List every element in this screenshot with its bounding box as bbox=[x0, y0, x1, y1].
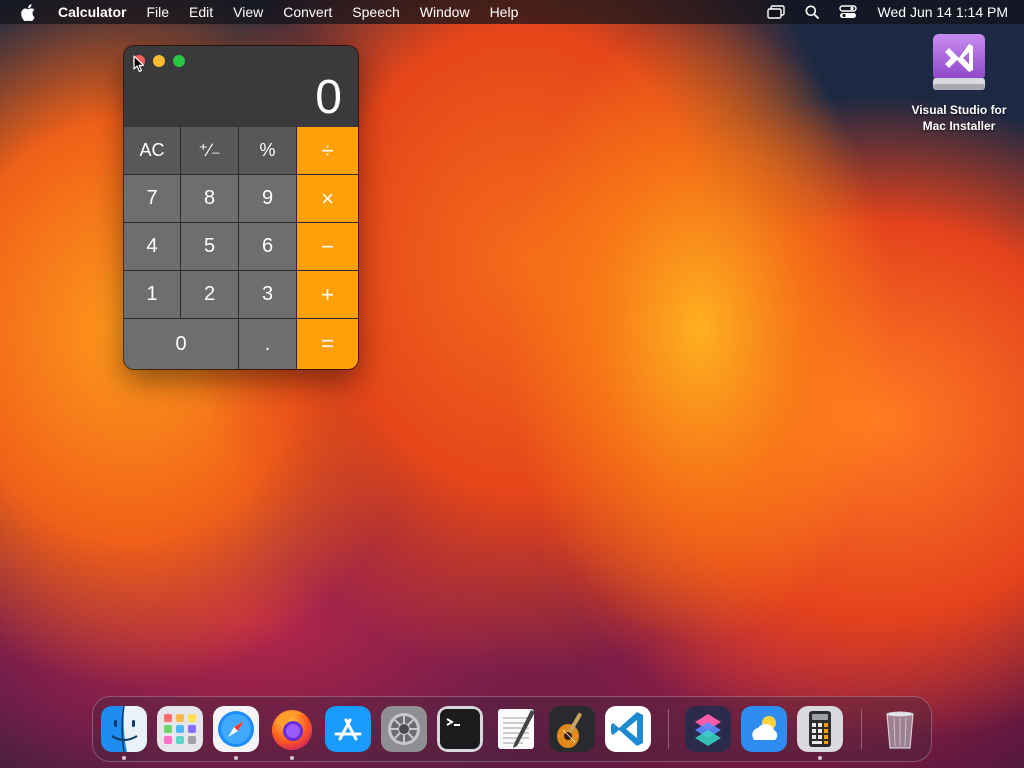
digit-2-key[interactable]: 2 bbox=[181, 271, 239, 319]
garageband-icon[interactable] bbox=[549, 706, 595, 752]
calculator-display: 0 bbox=[315, 71, 342, 124]
digit-7-key[interactable]: 7 bbox=[124, 175, 181, 223]
menu-convert[interactable]: Convert bbox=[273, 0, 342, 24]
digit-9-key[interactable]: 9 bbox=[239, 175, 297, 223]
running-indicator bbox=[234, 756, 238, 760]
calculator-keypad: AC ⁺∕₋ % ÷ 7 8 9 × 4 5 6 − 1 2 3 + 0 . = bbox=[124, 127, 358, 369]
dock-separator bbox=[861, 709, 862, 749]
menu-file[interactable]: File bbox=[136, 0, 179, 24]
menu-bar: Calculator File Edit View Convert Speech… bbox=[0, 0, 1024, 24]
menu-window[interactable]: Window bbox=[410, 0, 480, 24]
running-indicator bbox=[122, 756, 126, 760]
menu-edit[interactable]: Edit bbox=[179, 0, 223, 24]
digit-0-key[interactable]: 0 bbox=[124, 319, 239, 369]
sign-toggle-key[interactable]: ⁺∕₋ bbox=[181, 127, 239, 175]
digit-4-key[interactable]: 4 bbox=[124, 223, 181, 271]
screen-mirroring-icon[interactable] bbox=[766, 4, 786, 20]
minimize-button[interactable] bbox=[153, 55, 165, 67]
dock-separator bbox=[668, 709, 669, 749]
equals-key[interactable]: = bbox=[297, 319, 358, 369]
running-indicator bbox=[818, 756, 822, 760]
menu-help[interactable]: Help bbox=[480, 0, 529, 24]
apple-menu-icon[interactable] bbox=[18, 3, 38, 21]
safari-icon[interactable] bbox=[213, 706, 259, 752]
add-key[interactable]: + bbox=[297, 271, 358, 319]
multiply-key[interactable]: × bbox=[297, 175, 358, 223]
subtract-key[interactable]: − bbox=[297, 223, 358, 271]
dock bbox=[92, 696, 932, 762]
all-clear-key[interactable]: AC bbox=[124, 127, 181, 175]
vscode-icon[interactable] bbox=[605, 706, 651, 752]
launchpad-icon[interactable] bbox=[157, 706, 203, 752]
desktop-icon-label-line2: Mac Installer bbox=[922, 119, 996, 133]
spotlight-search-icon[interactable] bbox=[802, 4, 822, 20]
textedit-icon[interactable] bbox=[493, 706, 539, 752]
visual-studio-disk-icon bbox=[929, 32, 989, 94]
menu-view[interactable]: View bbox=[223, 0, 273, 24]
desktop-icon-visual-studio-installer[interactable]: Visual Studio for Mac Installer bbox=[900, 32, 1018, 134]
menu-speech[interactable]: Speech bbox=[342, 0, 409, 24]
firefox-icon[interactable] bbox=[269, 706, 315, 752]
running-indicator bbox=[290, 756, 294, 760]
digit-1-key[interactable]: 1 bbox=[124, 271, 181, 319]
digit-8-key[interactable]: 8 bbox=[181, 175, 239, 223]
calculator-dock-icon[interactable] bbox=[797, 706, 843, 752]
app-store-icon[interactable] bbox=[325, 706, 371, 752]
percent-key[interactable]: % bbox=[239, 127, 297, 175]
digit-3-key[interactable]: 3 bbox=[239, 271, 297, 319]
shortcuts-icon[interactable] bbox=[685, 706, 731, 752]
mouse-pointer-icon bbox=[133, 55, 145, 73]
divide-key[interactable]: ÷ bbox=[297, 127, 358, 175]
terminal-icon[interactable] bbox=[437, 706, 483, 752]
decimal-key[interactable]: . bbox=[239, 319, 297, 369]
trash-icon[interactable] bbox=[877, 706, 923, 752]
control-center-icon[interactable] bbox=[838, 4, 858, 20]
system-settings-icon[interactable] bbox=[381, 706, 427, 752]
finder-icon[interactable] bbox=[101, 706, 147, 752]
weather-icon[interactable] bbox=[741, 706, 787, 752]
menubar-clock[interactable]: Wed Jun 14 1:14 PM bbox=[878, 4, 1008, 20]
menu-app-name[interactable]: Calculator bbox=[52, 0, 136, 24]
calculator-window: 0 AC ⁺∕₋ % ÷ 7 8 9 × 4 5 6 − 1 2 3 + 0 .… bbox=[124, 46, 358, 369]
digit-6-key[interactable]: 6 bbox=[239, 223, 297, 271]
desktop-icon-label-line1: Visual Studio for bbox=[911, 103, 1007, 117]
zoom-button[interactable] bbox=[173, 55, 185, 67]
digit-5-key[interactable]: 5 bbox=[181, 223, 239, 271]
